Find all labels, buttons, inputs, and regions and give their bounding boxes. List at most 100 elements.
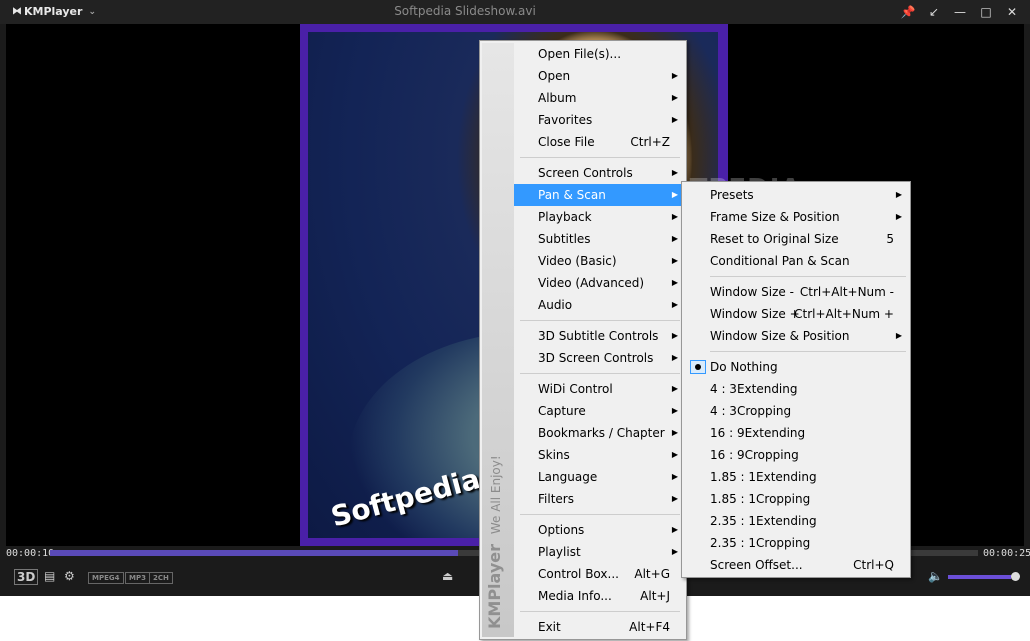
volume-knob[interactable] [1011,572,1020,581]
submenu-item-reset-to-original-size[interactable]: Reset to Original Size 5 [686,228,908,250]
submenu-item-label: Do Nothing [710,360,778,374]
menu-item-label: Screen Controls [538,166,633,180]
submenu-item-1-85-1cropping[interactable]: 1.85 : 1Cropping [686,488,908,510]
menu-item-skins[interactable]: Skins ▶ [514,444,684,466]
back-icon[interactable]: ↙ [924,2,944,22]
menu-item-label: Pan & Scan [538,188,606,202]
submenu-item-label: Screen Offset... [710,558,803,572]
menu-item-filters[interactable]: Filters ▶ [514,488,684,510]
submenu-item-do-nothing[interactable]: Do Nothing [686,356,908,378]
submenu-item-16-9cropping[interactable]: 16 : 9Cropping [686,444,908,466]
submenu-item-shortcut: Ctrl+Alt+Num + [794,307,894,321]
submenu-item-2-35-1extending[interactable]: 2.35 : 1Extending [686,510,908,532]
volume-fill [948,575,1011,579]
menu-item-media-info[interactable]: Media Info... Alt+J [514,585,684,607]
menu-item-label: Filters [538,492,574,506]
submenu-item-window-size[interactable]: Window Size + Ctrl+Alt+Num + [686,303,908,325]
menu-item-open-file-s[interactable]: Open File(s)... [514,43,684,65]
submenu-arrow-icon: ▶ [671,331,678,340]
menu-item-exit[interactable]: Exit Alt+F4 [514,616,684,638]
submenu-arrow-icon: ▶ [671,93,678,102]
menu-item-label: Open [538,69,571,83]
menu-separator [520,320,680,321]
menu-item-open[interactable]: Open ▶ [514,65,684,87]
menu-item-control-box[interactable]: Control Box... Alt+G [514,563,684,585]
menu-item-close-file[interactable]: Close File Ctrl+Z [514,131,684,153]
submenu-item-label: 2.35 : 1Extending [710,514,817,528]
menu-item-label: WiDi Control [538,382,613,396]
submenu-item-4-3extending[interactable]: 4 : 3Extending [686,378,908,400]
menu-item-widi-control[interactable]: WiDi Control ▶ [514,378,684,400]
window-title: Softpedia Slideshow.avi [394,4,536,18]
menu-separator [710,276,906,277]
menu-separator [520,514,680,515]
menu-item-3d-screen-controls[interactable]: 3D Screen Controls ▶ [514,347,684,369]
menu-item-album[interactable]: Album ▶ [514,87,684,109]
submenu-arrow-icon: ▶ [671,353,678,362]
menu-item-favorites[interactable]: Favorites ▶ [514,109,684,131]
submenu-item-shortcut: Ctrl+Q [853,558,894,572]
menu-item-video-advanced[interactable]: Video (Advanced) ▶ [514,272,684,294]
submenu-item-presets[interactable]: Presets ▶ [686,184,908,206]
menu-item-capture[interactable]: Capture ▶ [514,400,684,422]
menu-item-bookmarks-chapter[interactable]: Bookmarks / Chapter ▶ [514,422,684,444]
submenu-item-screen-offset[interactable]: Screen Offset... Ctrl+Q [686,554,908,576]
menu-item-audio[interactable]: Audio ▶ [514,294,684,316]
title-bar: ⧓ KMPlayer ⌄ Softpedia Slideshow.avi 📌 ↙… [0,0,1030,24]
menu-item-3d-subtitle-controls[interactable]: 3D Subtitle Controls ▶ [514,325,684,347]
submenu-item-label: Presets [710,188,754,202]
menu-item-label: Video (Basic) [538,254,617,268]
gear-icon[interactable]: ⚙ [64,569,75,583]
volume-slider[interactable] [948,575,1018,579]
submenu-arrow-icon: ▶ [671,450,678,459]
close-button[interactable]: ✕ [1002,2,1022,22]
pin-icon[interactable]: 📌 [898,2,918,22]
menu-item-video-basic[interactable]: Video (Basic) ▶ [514,250,684,272]
menu-item-playback[interactable]: Playback ▶ [514,206,684,228]
3d-icon[interactable]: 3D [14,569,39,585]
menu-item-playlist[interactable]: Playlist ▶ [514,541,684,563]
submenu-item-2-35-1cropping[interactable]: 2.35 : 1Cropping [686,532,908,554]
submenu-item-window-size-position[interactable]: Window Size & Position ▶ [686,325,908,347]
menu-item-options[interactable]: Options ▶ [514,519,684,541]
submenu-item-conditional-pan-scan[interactable]: Conditional Pan & Scan [686,250,908,272]
context-menu: KMPlayer We All Enjoy! Open File(s)... Op… [479,40,687,640]
sidebar-tagline: We All Enjoy! [489,455,503,535]
pan-scan-submenu: Presets ▶ Frame Size & Position ▶ Reset to O… [681,181,911,578]
menu-item-label: Language [538,470,598,484]
menu-item-shortcut: Ctrl+Z [630,135,670,149]
submenu-item-4-3cropping[interactable]: 4 : 3Cropping [686,400,908,422]
playlist-icon[interactable]: ▤ [44,569,55,583]
submenu-item-label: 4 : 3Extending [710,382,798,396]
submenu-item-label: 1.85 : 1Extending [710,470,817,484]
submenu-arrow-icon: ▶ [671,494,678,503]
menu-separator [520,373,680,374]
submenu-item-label: Reset to Original Size [710,232,839,246]
submenu-item-window-size[interactable]: Window Size - Ctrl+Alt+Num - [686,281,908,303]
menu-item-label: Audio [538,298,573,312]
submenu-arrow-icon: ▶ [895,190,902,199]
codec-badge: MPEG4 [88,572,124,584]
submenu-arrow-icon: ▶ [671,384,678,393]
submenu-item-label: 2.35 : 1Cropping [710,536,811,550]
minimize-button[interactable]: — [950,2,970,22]
menu-item-label: Subtitles [538,232,591,246]
maximize-button[interactable]: □ [976,2,996,22]
menu-item-label: Close File [538,135,595,149]
submenu-item-1-85-1extending[interactable]: 1.85 : 1Extending [686,466,908,488]
menu-item-pan-scan[interactable]: Pan & Scan ▶ [514,184,684,206]
menu-item-label: Playback [538,210,592,224]
submenu-item-label: 4 : 3Cropping [710,404,792,418]
submenu-arrow-icon: ▶ [671,71,678,80]
submenu-arrow-icon: ▶ [671,300,678,309]
submenu-arrow-icon: ▶ [671,472,678,481]
eject-icon[interactable]: ⏏ [442,569,453,583]
menu-item-language[interactable]: Language ▶ [514,466,684,488]
menu-item-label: Control Box... [538,567,619,581]
speaker-icon[interactable]: 🔈 [928,569,943,583]
menu-item-subtitles[interactable]: Subtitles ▶ [514,228,684,250]
submenu-item-frame-size-position[interactable]: Frame Size & Position ▶ [686,206,908,228]
submenu-item-16-9extending[interactable]: 16 : 9Extending [686,422,908,444]
submenu-arrow-icon: ▶ [895,212,902,221]
menu-item-screen-controls[interactable]: Screen Controls ▶ [514,162,684,184]
